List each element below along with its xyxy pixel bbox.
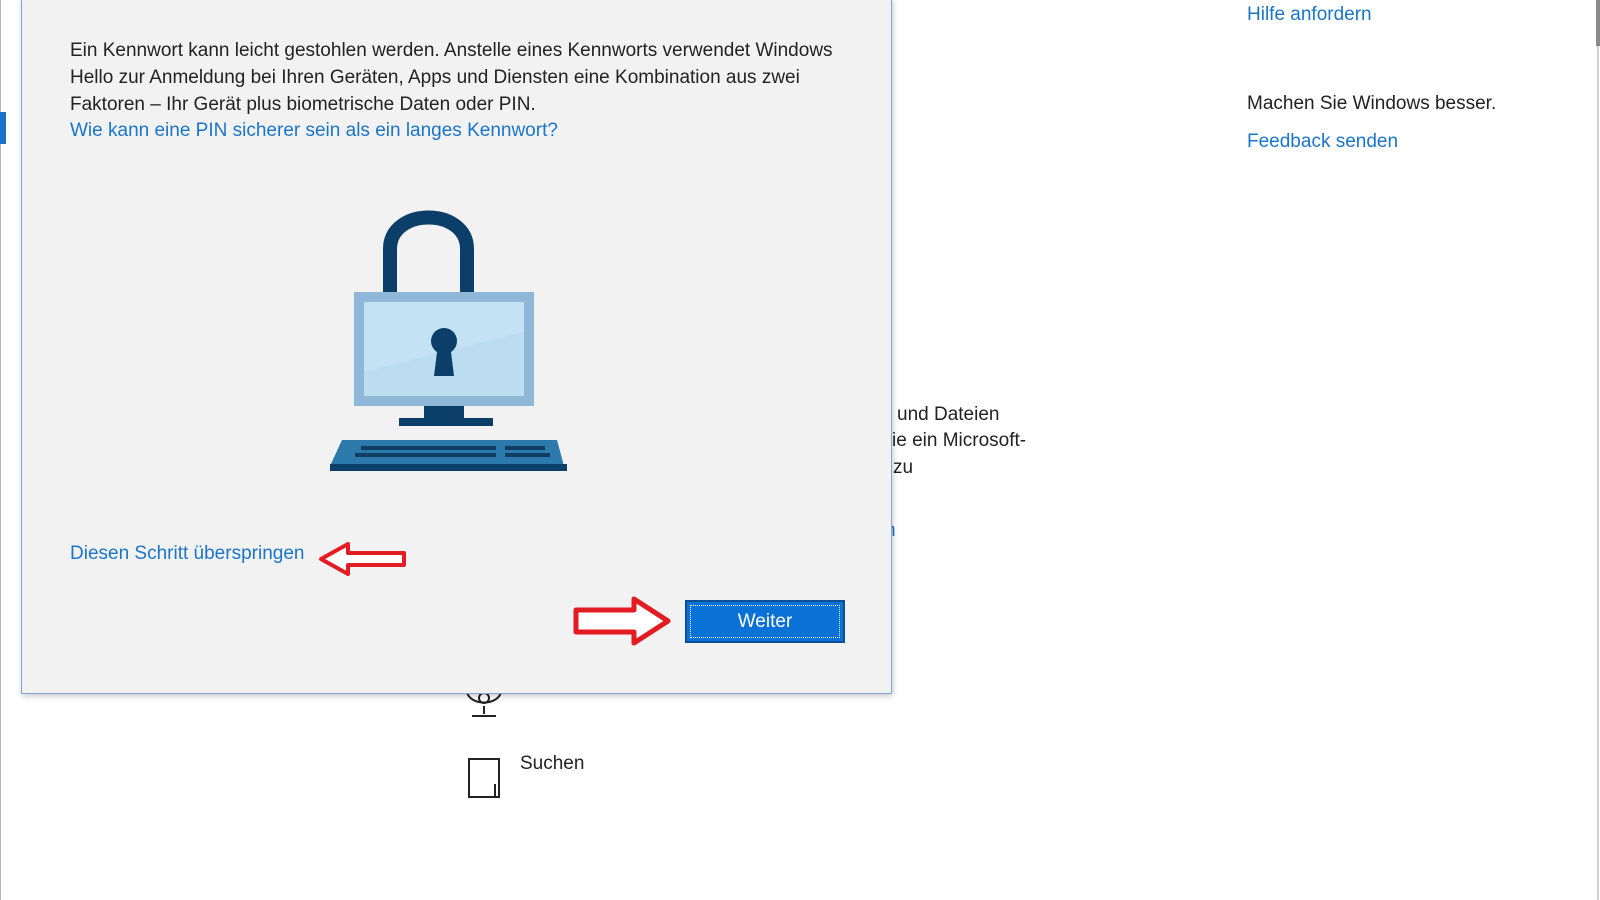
- scrollbar-track[interactable]: [1597, 0, 1599, 900]
- background-text-fragment: zu: [893, 457, 914, 478]
- pin-security-info-link[interactable]: Wie kann eine PIN sicherer sein als ein …: [70, 117, 558, 144]
- help-link[interactable]: Hilfe anfordern: [1247, 4, 1372, 26]
- next-button[interactable]: Weiter: [685, 600, 845, 643]
- improve-windows-text: Machen Sie Windows besser.: [1247, 93, 1497, 114]
- scrollbar-thumb[interactable]: [1596, 0, 1600, 46]
- tablet-icon: [468, 758, 500, 798]
- dialog-description: Ein Kennwort kann leicht gestohlen werde…: [70, 40, 833, 115]
- background-text-fragment: und Dateien: [897, 404, 1000, 425]
- webcam-icon: [466, 691, 502, 717]
- search-setting-label: Suchen: [520, 753, 585, 774]
- padlock-computer-icon: [330, 210, 567, 471]
- feedback-link[interactable]: Feedback senden: [1247, 131, 1398, 153]
- red-arrow-right-icon: [573, 596, 671, 646]
- background-text-fragment: ie ein Microsoft-: [892, 430, 1027, 451]
- skip-step-link[interactable]: Diesen Schritt überspringen: [70, 543, 304, 565]
- red-arrow-left-icon: [319, 542, 406, 576]
- windows-hello-dialog: Ein Kennwort kann leicht gestohlen werde…: [21, 0, 892, 694]
- settings-page: Hilfe anfordern Machen Sie Windows besse…: [0, 0, 1600, 900]
- selected-nav-indicator: [0, 112, 6, 144]
